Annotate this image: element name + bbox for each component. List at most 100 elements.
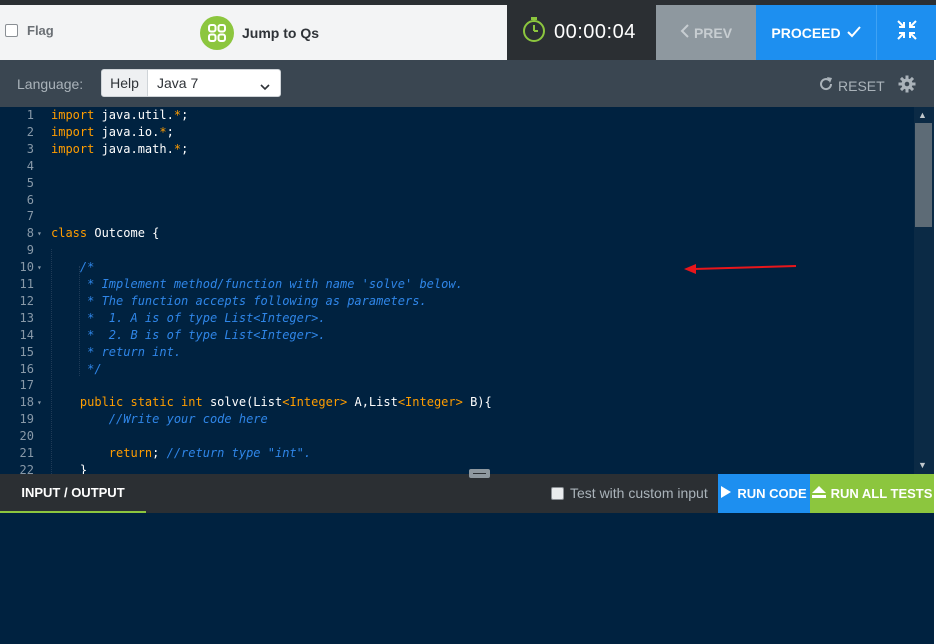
line-number: 3 xyxy=(26,141,34,156)
line-number: 17 xyxy=(19,378,34,393)
language-select[interactable]: Java 7 xyxy=(147,69,281,97)
code-line[interactable]: 1 import java.util.*; xyxy=(0,107,914,124)
code-line[interactable]: 8 ▾ class Outcome { xyxy=(0,225,914,242)
code-text: * 2. B is of type List<Integer>. xyxy=(51,327,326,344)
code-token: * xyxy=(173,108,182,122)
code-line[interactable]: 14 * 2. B is of type List<Integer>. xyxy=(0,327,914,344)
code-line[interactable]: 13 * 1. A is of type List<Integer>. xyxy=(0,310,914,327)
scroll-up-icon[interactable]: ▲ xyxy=(918,110,927,120)
line-number: 11 xyxy=(19,277,34,291)
code-text: public static int solve(List<Integer> A,… xyxy=(51,394,492,411)
grid-icon xyxy=(200,16,234,50)
code-line[interactable]: 3 import java.math.*; xyxy=(0,141,914,158)
code-text: return; //return type "int". xyxy=(51,445,311,462)
code-line[interactable]: 20 xyxy=(0,428,914,445)
prev-button[interactable]: PREV xyxy=(656,5,756,60)
line-number: 8 xyxy=(26,226,34,241)
code-line[interactable]: 11 * Implement method/function with name… xyxy=(0,276,914,293)
line-number: 14 xyxy=(19,327,34,342)
code-token: java.util. xyxy=(94,108,174,122)
code-token: * xyxy=(159,124,167,139)
code-line[interactable]: 9 xyxy=(0,242,914,259)
jump-to-questions-button[interactable]: Jump to Qs xyxy=(200,16,319,50)
chevron-left-icon xyxy=(680,24,690,41)
fold-toggle-icon[interactable]: ▾ xyxy=(37,394,42,411)
play-icon xyxy=(721,486,732,501)
line-number: 4 xyxy=(26,158,34,173)
resize-handle[interactable] xyxy=(469,469,490,478)
refresh-icon xyxy=(818,76,834,95)
code-text: */ xyxy=(51,361,101,378)
annotation-arrow xyxy=(684,264,797,274)
tab-input-output[interactable]: INPUT / OUTPUT xyxy=(0,474,146,513)
code-editor[interactable]: 1 import java.util.*; 2 import java.io.*; 3 i… xyxy=(0,107,934,474)
code-token: * 1. A is of type List<Integer>. xyxy=(51,310,326,325)
fold-toggle-icon[interactable]: ▾ xyxy=(37,259,42,276)
code-token: <Integer> xyxy=(397,395,463,410)
line-number: 12 xyxy=(19,293,34,308)
jump-label: Jump to Qs xyxy=(242,25,320,41)
line-number: 16 xyxy=(19,361,34,376)
run-all-label: RUN ALL TESTS xyxy=(830,486,933,501)
language-selected-value: Java 7 xyxy=(157,75,199,91)
code-text: import java.util.*; xyxy=(51,107,188,124)
code-token: return xyxy=(108,446,153,460)
chevron-down-icon xyxy=(260,78,270,94)
gear-icon[interactable] xyxy=(898,75,916,98)
code-token: ; xyxy=(181,141,189,156)
indent-guide xyxy=(79,266,80,376)
run-all-tests-button[interactable]: RUN ALL TESTS xyxy=(810,474,934,513)
code-text: class Outcome { xyxy=(51,225,159,242)
code-token: * return int. xyxy=(51,344,182,359)
code-line[interactable]: 22 } xyxy=(0,462,914,474)
scroll-down-icon[interactable]: ▼ xyxy=(918,460,927,470)
code-token: B){ xyxy=(462,395,492,410)
code-token: /* xyxy=(79,260,95,275)
editor-scrollbar-thumb[interactable] xyxy=(915,123,932,227)
stopwatch-icon xyxy=(522,17,546,48)
custom-input-toggle[interactable]: Test with custom input xyxy=(551,485,708,501)
code-line[interactable]: 21 return; //return type "int". xyxy=(0,445,914,462)
code-line[interactable]: 16 */ xyxy=(0,361,914,378)
code-line[interactable]: 19 //Write your code here xyxy=(0,411,914,428)
code-token: //Write your code here xyxy=(108,412,268,427)
run-code-label: RUN CODE xyxy=(737,486,807,501)
fold-toggle-icon[interactable]: ▾ xyxy=(37,225,42,242)
code-text: import java.math.*; xyxy=(51,141,188,158)
flag-label: Flag xyxy=(27,23,54,38)
line-number: 19 xyxy=(19,412,34,427)
prev-label: PREV xyxy=(693,24,733,41)
code-line[interactable]: 18 ▾ public static int solve(List<Integer… xyxy=(0,394,914,411)
line-number: 20 xyxy=(19,429,34,444)
code-text: //Write your code here xyxy=(51,411,268,428)
code-line[interactable]: 12 * The function accepts following as p… xyxy=(0,293,914,310)
code-line[interactable]: 7 xyxy=(0,208,914,225)
check-icon xyxy=(846,25,861,41)
line-number: 9 xyxy=(26,243,34,258)
collapse-screen-button[interactable] xyxy=(876,5,936,60)
code-line[interactable]: 17 xyxy=(0,377,914,394)
help-button[interactable]: Help xyxy=(101,69,148,97)
flag-toggle[interactable]: Flag xyxy=(5,23,54,38)
reset-label: RESET xyxy=(838,77,885,94)
code-token: import xyxy=(51,124,95,139)
code-line[interactable]: 5 xyxy=(0,175,914,192)
proceed-button[interactable]: PROCEED xyxy=(756,5,876,60)
flag-checkbox-icon[interactable] xyxy=(5,24,18,37)
code-line[interactable]: 4 xyxy=(0,158,914,175)
code-line[interactable]: 15 * return int. xyxy=(0,344,914,361)
code-token: A,List xyxy=(347,395,398,410)
run-code-button[interactable]: RUN CODE xyxy=(718,474,810,513)
code-token: * 2. B is of type List<Integer>. xyxy=(51,327,326,342)
code-token: solve(List xyxy=(202,395,283,410)
collapse-icon xyxy=(896,19,918,46)
code-text: /* xyxy=(51,259,94,276)
code-line[interactable]: 6 xyxy=(0,192,914,209)
reset-button[interactable]: RESET xyxy=(818,76,885,95)
io-bar: INPUT / OUTPUT Test with custom input RU… xyxy=(0,469,934,513)
custom-input-checkbox-icon[interactable] xyxy=(551,486,564,500)
code-line[interactable]: 2 import java.io.*; xyxy=(0,124,914,141)
